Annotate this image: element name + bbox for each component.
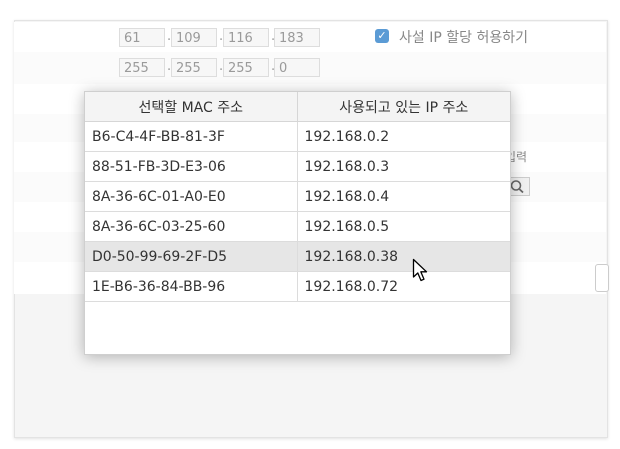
private-ip-checkbox-label[interactable]: 사설 IP 할당 허용하기 [399, 27, 528, 47]
mac-address-cell: 88-51-FB-3D-E3-06 [85, 151, 298, 182]
subnet-octet-1-input[interactable]: 255 [119, 58, 165, 77]
column-header-ip: 사용되고 있는 IP 주소 [297, 92, 510, 122]
column-header-mac: 선택할 MAC 주소 [85, 92, 298, 122]
ip-address-cell: 192.168.0.4 [297, 181, 510, 212]
table-row[interactable]: 1E-B6-36-84-BB-96 192.168.0.72 [85, 271, 510, 302]
subnet-octet-3-input[interactable]: 255 [223, 58, 269, 77]
ip-octet-1-input[interactable]: 61 [119, 28, 165, 47]
subnet-octet-2-input[interactable]: 255 [171, 58, 217, 77]
ip-address-cell: 192.168.0.72 [297, 271, 510, 302]
ip-address-cell: 192.168.0.3 [297, 151, 510, 182]
private-ip-checkbox[interactable]: ✓ [375, 29, 389, 43]
table-row-highlighted[interactable]: D0-50-99-69-2F-D5 192.168.0.38 [85, 241, 510, 272]
ip-address-cell: 192.168.0.2 [297, 121, 510, 152]
mac-address-cell: D0-50-99-69-2F-D5 [85, 241, 298, 272]
table-row[interactable]: 8A-36-6C-03-25-60 192.168.0.5 [85, 211, 510, 242]
mouse-pointer-icon [412, 258, 428, 282]
table-row[interactable]: 88-51-FB-3D-E3-06 192.168.0.3 [85, 151, 510, 182]
ip-octet-2-input[interactable]: 109 [171, 28, 217, 47]
table-row[interactable]: B6-C4-4F-BB-81-3F 192.168.0.2 [85, 121, 510, 152]
mac-ip-table: 선택할 MAC 주소 사용되고 있는 IP 주소 B6-C4-4F-BB-81-… [85, 92, 510, 302]
ip-address-cell: 192.168.0.5 [297, 211, 510, 242]
mac-address-cell: 8A-36-6C-03-25-60 [85, 211, 298, 242]
ip-octet-4-input[interactable]: 183 [274, 28, 320, 47]
mac-address-popup: 선택할 MAC 주소 사용되고 있는 IP 주소 B6-C4-4F-BB-81-… [84, 91, 511, 355]
subnet-octet-4-input[interactable]: 0 [274, 58, 320, 77]
table-header-row: 선택할 MAC 주소 사용되고 있는 IP 주소 [85, 92, 510, 122]
check-icon: ✓ [377, 29, 387, 42]
table-row[interactable]: 8A-36-6C-01-A0-E0 192.168.0.4 [85, 181, 510, 212]
ip-octet-3-input[interactable]: 116 [223, 28, 269, 47]
mac-address-cell: B6-C4-4F-BB-81-3F [85, 121, 298, 152]
action-button[interactable] [595, 264, 609, 292]
mac-address-cell: 8A-36-6C-01-A0-E0 [85, 181, 298, 212]
mac-address-cell: 1E-B6-36-84-BB-96 [85, 271, 298, 302]
ip-address-cell: 192.168.0.38 [297, 241, 510, 272]
